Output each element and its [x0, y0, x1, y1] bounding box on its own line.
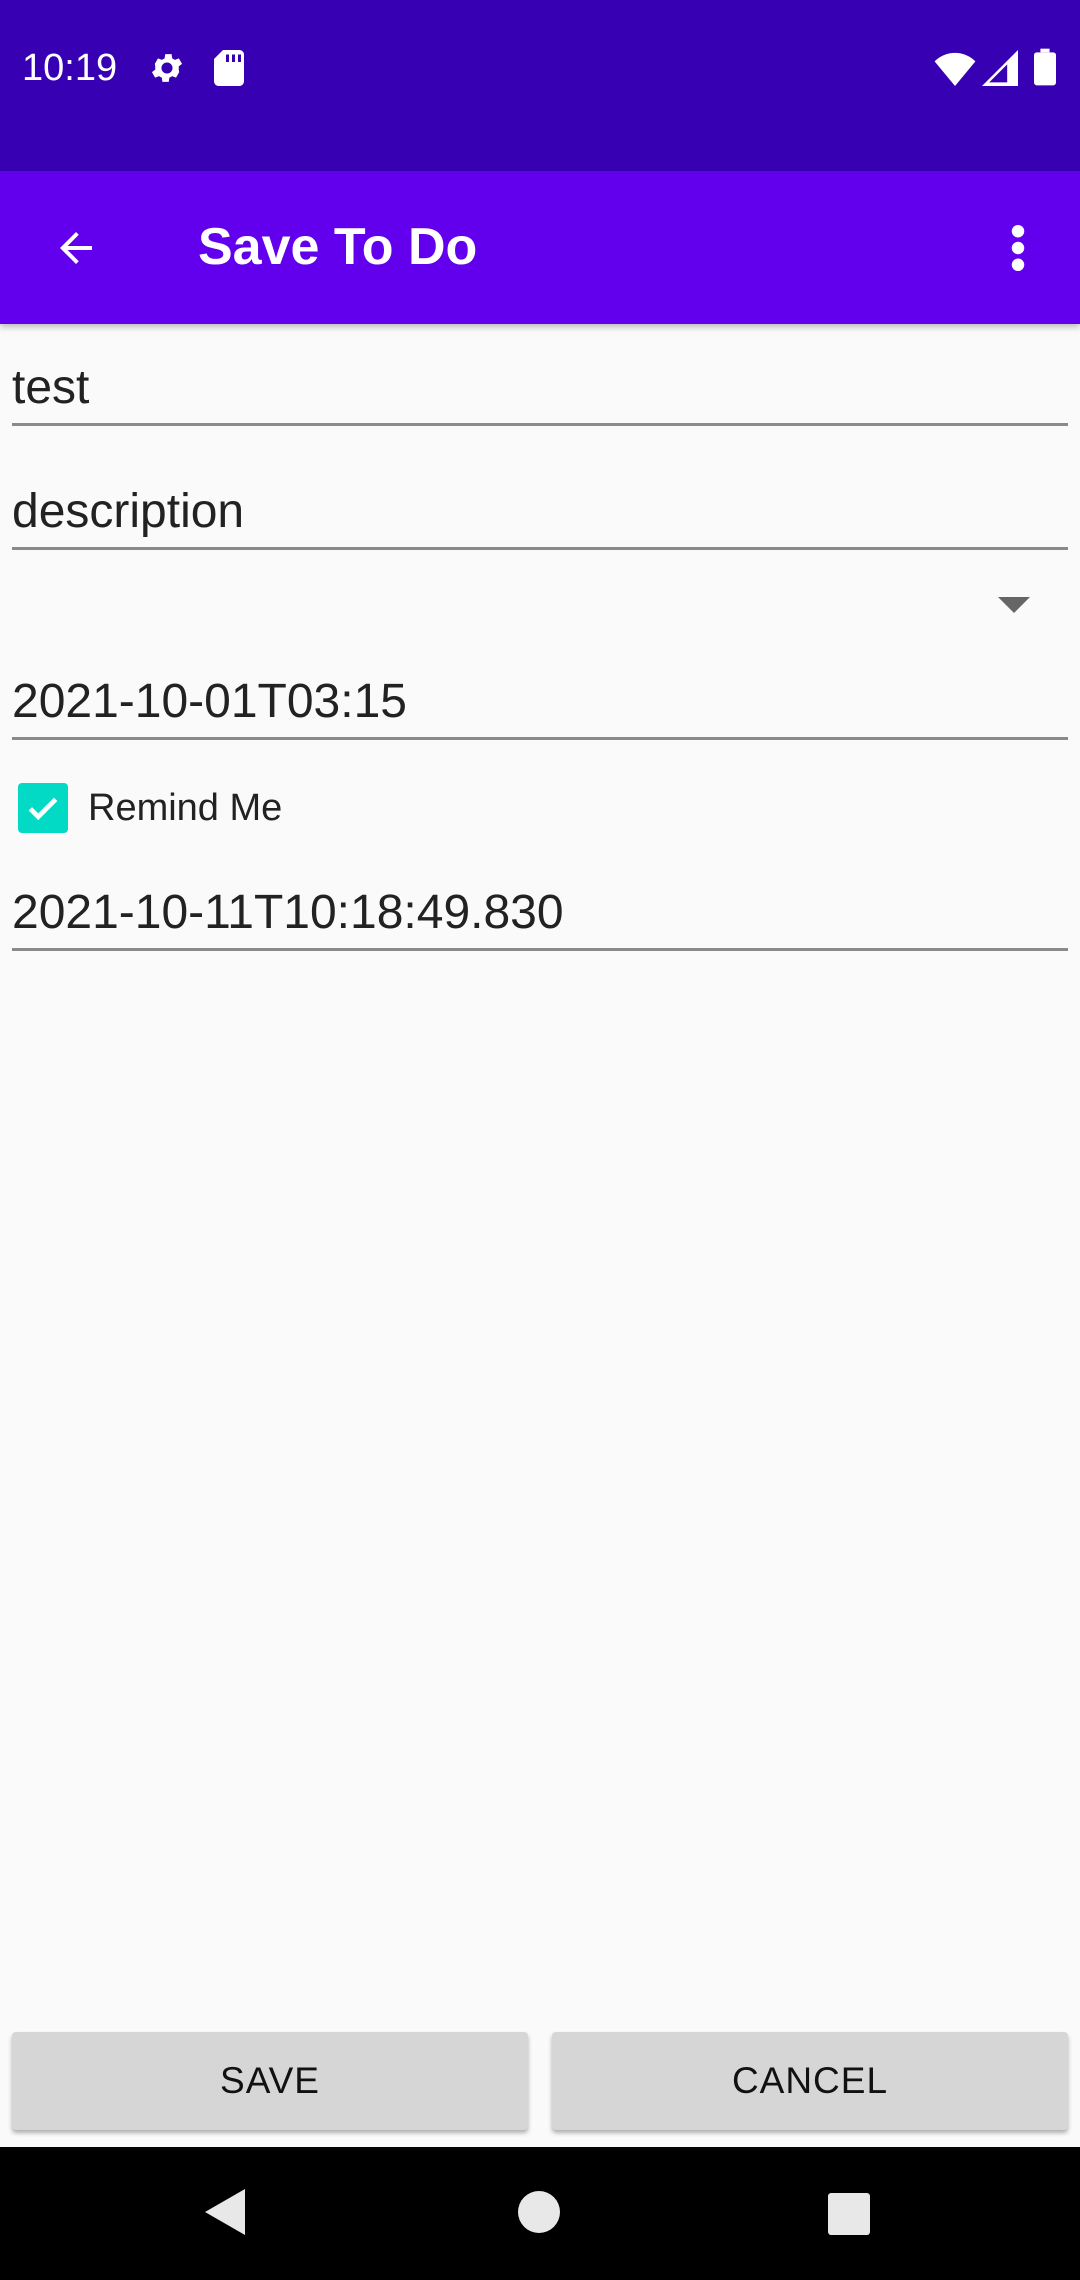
save-button[interactable]: SAVE	[12, 2032, 528, 2130]
title-input[interactable]: test	[12, 358, 1068, 426]
gear-icon	[148, 49, 186, 92]
overflow-menu-button[interactable]	[990, 212, 1046, 284]
due-date-input[interactable]: 2021-10-01T03:15	[12, 672, 1068, 740]
back-triangle-icon[interactable]	[205, 2189, 245, 2240]
app-bar: Save To Do	[0, 171, 1080, 324]
page-title: Save To Do	[198, 218, 478, 276]
recents-square-icon[interactable]	[828, 2193, 870, 2240]
status-bar: 10:19	[0, 0, 1080, 171]
wifi-icon	[934, 52, 976, 91]
more-vert-icon	[1011, 224, 1025, 272]
cancel-button[interactable]: CANCEL	[552, 2032, 1068, 2130]
remind-me-label: Remind Me	[88, 786, 283, 829]
home-circle-icon[interactable]	[518, 2191, 560, 2238]
remind-me-checkbox-row[interactable]: Remind Me	[18, 782, 282, 834]
signal-icon	[982, 50, 1018, 91]
back-button[interactable]	[40, 212, 112, 284]
remind-me-checkbox[interactable]	[18, 783, 68, 833]
spinner-dropdown[interactable]	[998, 597, 1030, 618]
description-input[interactable]: description	[12, 482, 1068, 550]
system-nav-bar	[0, 2147, 1080, 2280]
dropdown-arrow-icon	[998, 597, 1030, 613]
status-time: 10:19	[22, 47, 118, 89]
battery-icon	[1034, 48, 1056, 91]
reminder-date-input[interactable]: 2021-10-11T10:18:49.830	[12, 883, 1068, 951]
check-icon	[28, 797, 58, 821]
arrow-back-icon	[60, 232, 92, 264]
sd-card-icon	[214, 50, 244, 91]
